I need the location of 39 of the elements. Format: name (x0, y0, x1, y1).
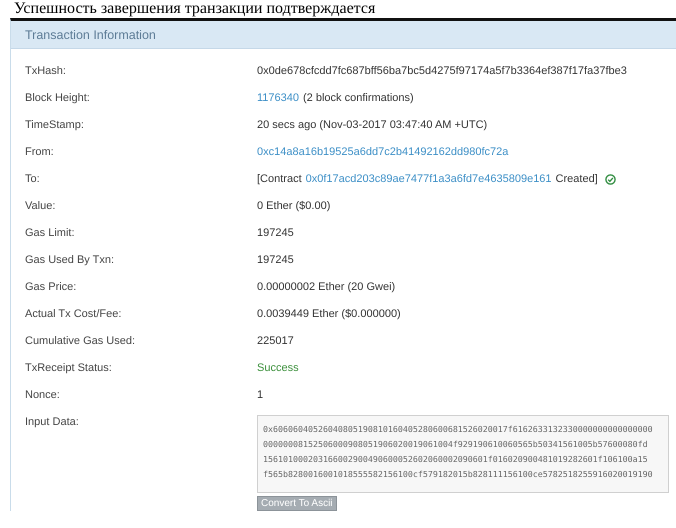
field-label: From: (24, 145, 55, 159)
field-label: TxHash: (24, 64, 67, 78)
field-label: TxReceipt Status: (24, 361, 113, 375)
hex-line: 156101000203166002900490600052602060002090601f016020900481019282601f106100a15 (263, 453, 649, 466)
field-value: 1 (257, 388, 264, 402)
input-data-box[interactable] (257, 415, 669, 493)
check-circle-icon (604, 174, 616, 184)
block-link[interactable]: 1176340 (257, 91, 300, 105)
field-value: 0.0039449 Ether ($0.000000) (257, 307, 401, 321)
field-value: Created] (556, 172, 598, 186)
field-value: 0x0de678cfcdd7fc687bff56ba7bc5d4275f97174a5f7b3364ef387f17fa37fbe3 (257, 64, 627, 78)
field-value: 0.00000002 Ether (20 Gwei) (257, 280, 396, 294)
field-value: 197245 (257, 253, 294, 267)
field-label: Actual Tx Cost/Fee: (24, 307, 122, 321)
field-value: 197245 (257, 226, 294, 240)
hex-line: 00000008152506000908051906020019061004f929190610060565b50341561005b57600080fd (263, 438, 649, 451)
field-value: 0 Ether ($0.00) (257, 199, 330, 213)
field-label: Gas Limit: (24, 226, 76, 240)
field-label: TimeStamp: (24, 118, 85, 132)
field-label: Cumulative Gas Used: (24, 334, 136, 348)
field-value: [Contract (257, 172, 302, 186)
convert-button[interactable]: Convert To Ascii (257, 496, 337, 511)
field-label: Input Data: (24, 415, 80, 429)
hex-line: 0x60606040526040805190810160405280600681526020017f6162633132330000000000000000 (263, 423, 654, 436)
field-label: Value: (24, 199, 56, 213)
field-label: Gas Price: (24, 280, 78, 294)
field-label: Gas Used By Txn: (24, 253, 116, 267)
field-label: Nonce: (24, 388, 61, 402)
status-value: Success (257, 361, 299, 375)
contract-link[interactable]: 0x0f17acd203c89ae7477f1a3a6fd7e4635809e161 (306, 172, 552, 186)
field-value: 225017 (257, 334, 294, 348)
panel-title: Transaction Information (25, 28, 156, 42)
address-link[interactable]: 0xc14a8a16b19525a6dd7c2b41492162dd980fc72a (257, 145, 508, 159)
field-value: (2 block confirmations) (303, 91, 414, 105)
field-label: To: (24, 172, 41, 186)
video-caption: Успешность завершения транзакции подтверждается (13, 0, 376, 18)
field-value: 20 secs ago (Nov-03-2017 03:47:40 AM +UTC) (257, 118, 488, 132)
hex-line: f565b8280016001018555582156100cf579182015b828111156100ce5782518255916020019190 (263, 468, 654, 481)
field-label: Block Height: (24, 91, 91, 105)
